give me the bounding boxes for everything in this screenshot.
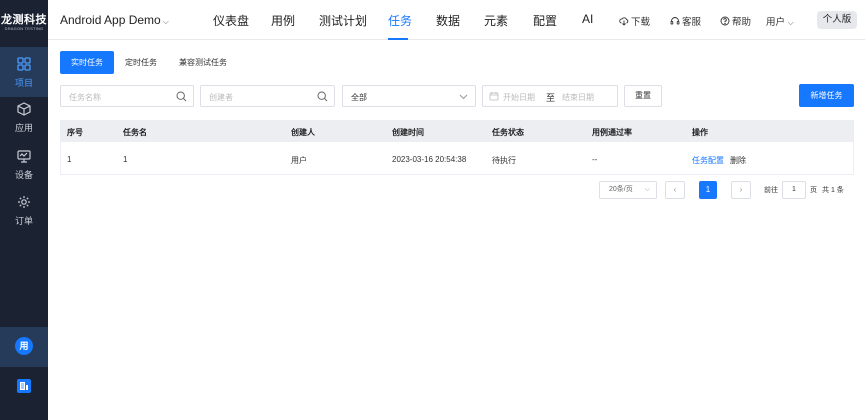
add-task-button[interactable]: 新增任务 [799,84,854,107]
sidebar-item-label: 项目 [14,78,33,88]
chevron-down-icon: ⌵ [644,186,650,193]
date-separator: 至 [546,93,556,103]
cell-status: 待执行 [492,156,516,165]
project-name: Android App Demo [60,13,161,27]
download-label: 下载 [631,17,651,28]
task-name-placeholder: 任务名称 [69,93,101,102]
cloud-download-icon [619,17,629,26]
sidebar-item-orders[interactable]: 订单 [0,185,48,235]
top-header: Android App Demo ⌵ 仪表盘 用例 测试计划 任务 数据 元素 配… [48,0,865,40]
col-creator: 创建人 [291,128,315,137]
service-label: 客服 [682,17,702,28]
search-icon[interactable] [176,91,187,102]
page-1-button[interactable]: 1 [699,181,717,199]
col-actions: 操作 [692,128,708,137]
sidebar: 龙测科技 DRAGON TESTING 项目 应用 设备 订单 用 [0,0,48,420]
user-menu[interactable]: 用 [0,327,48,367]
download-button[interactable]: 下载 [619,14,650,28]
creator-input[interactable]: 创建者 [200,85,335,107]
task-tabs: 实时任务 定时任务 兼容测试任务 [60,51,238,74]
brand-subtitle: DRAGON TESTING [4,26,44,31]
tab-scheduled[interactable]: 定时任务 [114,51,168,74]
col-task-name: 任务名 [123,128,147,137]
col-status: 任务状态 [492,128,524,137]
delete-link[interactable]: 删除 [730,155,746,166]
menu-data[interactable]: 数据 [436,12,460,29]
page-unit-label: 页 [810,187,817,194]
sidebar-item-apps[interactable]: 应用 [0,92,48,142]
brand-logo[interactable]: 龙测科技 DRAGON TESTING [0,0,48,40]
user-dropdown[interactable]: 用户 ⌵ [766,14,794,28]
cell-index: 1 [67,155,72,164]
sidebar-item-devices[interactable]: 设备 [0,139,48,189]
col-pass-rate: 用例通过率 [592,128,632,137]
tab-compatibility[interactable]: 兼容测试任务 [168,51,238,74]
col-index: 序号 [67,128,83,137]
reset-button[interactable]: 重置 [624,85,662,107]
status-select[interactable]: 全部 [342,85,476,107]
document-icon[interactable] [16,378,32,394]
goto-label: 前往 [764,187,778,194]
task-panel: 实时任务 定时任务 兼容测试任务 任务名称 创建者 全部 开始日期 至 结束日期… [48,40,865,420]
goto-page-input[interactable]: 1 [782,181,806,199]
page-size-select[interactable]: 20条/页 ⌵ [599,181,657,199]
menu-test-plan[interactable]: 测试计划 [319,12,367,29]
menu-ai[interactable]: AI [582,12,593,26]
task-table: 序号 任务名 创建人 创建时间 任务状态 用例通过率 操作 1 1 用户 202… [60,120,854,175]
table-header: 序号 任务名 创建人 创建时间 任务状态 用例通过率 操作 [61,121,853,141]
menu-config[interactable]: 配置 [533,12,557,29]
calendar-icon [489,92,499,101]
cell-created-time: 2023-03-16 20:54:38 [392,155,467,164]
gear-icon [18,196,30,208]
help-label: 帮助 [732,17,752,28]
help-icon [720,16,730,26]
sidebar-item-label: 应用 [14,123,33,133]
service-button[interactable]: 客服 [670,14,701,28]
sidebar-item-label: 订单 [14,216,33,226]
sidebar-item-project[interactable]: 项目 [0,47,48,97]
edition-badge[interactable]: 个人版 [817,11,857,29]
total-count: 共 1 条 [822,187,844,194]
chevron-down-icon [459,94,468,100]
cell-task-name: 1 [123,155,128,164]
task-config-link[interactable]: 任务配置 [692,155,724,166]
table-row[interactable]: 1 1 用户 2023-03-16 20:54:38 待执行 -- 任务配置 删… [61,141,853,174]
col-created-time: 创建时间 [392,128,424,137]
task-name-input[interactable]: 任务名称 [60,85,194,107]
creator-placeholder: 创建者 [209,93,233,102]
tab-realtime[interactable]: 实时任务 [60,51,114,74]
menu-elements[interactable]: 元素 [484,12,508,29]
date-start-placeholder: 开始日期 [503,93,535,102]
brand-name: 龙测科技 [1,14,47,26]
status-select-value: 全部 [351,93,367,102]
avatar[interactable]: 用 [15,337,33,355]
menu-dashboard[interactable]: 仪表盘 [213,12,249,29]
grid-icon [17,57,31,71]
date-range-picker[interactable]: 开始日期 至 结束日期 [482,85,618,107]
cube-icon [17,102,31,116]
menu-tasks[interactable]: 任务 [388,12,412,29]
date-end-placeholder: 结束日期 [562,93,594,102]
cell-creator: 用户 [291,156,307,165]
next-page-button[interactable]: › [731,181,751,199]
sidebar-item-label: 设备 [14,170,33,180]
menu-cases[interactable]: 用例 [271,12,295,29]
monitor-icon [17,150,31,163]
page-size-value: 20条/页 [609,186,633,193]
chevron-down-icon: ⌵ [787,18,794,27]
chevron-down-icon: ⌵ [162,17,169,26]
cell-pass-rate: -- [592,155,598,164]
prev-page-button[interactable]: ‹ [665,181,685,199]
project-switcher[interactable]: Android App Demo ⌵ [60,13,169,27]
user-label: 用户 [766,17,786,28]
help-button[interactable]: 帮助 [720,14,751,28]
search-icon[interactable] [317,91,328,102]
headset-icon [670,17,680,25]
